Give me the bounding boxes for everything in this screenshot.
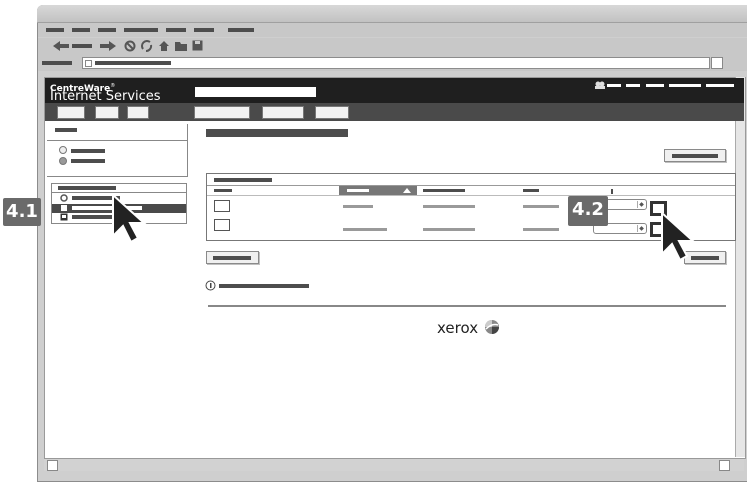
browser-toolbar: [38, 38, 747, 56]
nav-tab[interactable]: [315, 106, 349, 119]
go-button[interactable]: [711, 57, 723, 69]
tree-item[interactable]: [72, 215, 114, 219]
xerox-logo-text: xerox: [437, 319, 479, 337]
title-bar: [37, 5, 747, 23]
header-link[interactable]: [646, 84, 664, 87]
column-header[interactable]: [423, 189, 465, 192]
column-header-sorted[interactable]: [339, 186, 417, 195]
home-icon[interactable]: [158, 40, 170, 52]
page-favicon-icon: [85, 60, 92, 67]
sort-ascending-icon: [403, 188, 411, 193]
header-link[interactable]: [706, 84, 734, 87]
user-icon[interactable]: [595, 81, 605, 89]
radio-option-label: [71, 159, 105, 163]
nav-tab[interactable]: [262, 106, 304, 119]
header-link[interactable]: [607, 84, 621, 87]
stop-icon[interactable]: [124, 40, 136, 52]
app-header: CentreWare® Internet Services: [45, 78, 744, 103]
column-header[interactable]: [611, 189, 613, 194]
table-cell: [343, 228, 387, 231]
header-divider: [207, 195, 735, 196]
pointer-cursor-icon: [112, 192, 147, 244]
page-title: [206, 129, 348, 137]
row-select[interactable]: ◆: [603, 199, 647, 210]
device-name-field: [195, 87, 316, 97]
table-cell: [423, 205, 475, 208]
nav-tab[interactable]: [95, 106, 119, 119]
address-label: [42, 61, 72, 65]
table-cell: [423, 228, 475, 231]
menu-item[interactable]: [166, 28, 186, 32]
menu-item[interactable]: [98, 28, 116, 32]
radio-option[interactable]: [59, 157, 67, 165]
url-text: [95, 61, 171, 65]
printer-icon: [60, 213, 68, 221]
top-action-button[interactable]: [664, 149, 726, 162]
header-link[interactable]: [626, 84, 640, 87]
table-cell: [523, 205, 559, 208]
radio-option[interactable]: [59, 146, 67, 154]
main-nav: [45, 103, 744, 121]
document-icon: [214, 219, 230, 231]
folder-icon[interactable]: [175, 41, 187, 51]
address-input[interactable]: [82, 57, 710, 69]
document-icon: [214, 200, 230, 212]
status-box: [47, 460, 58, 471]
vertical-scrollbar[interactable]: [735, 77, 745, 457]
printer-icon: [61, 205, 67, 211]
column-header[interactable]: [214, 189, 232, 192]
gear-icon: [60, 194, 68, 202]
bottom-left-button[interactable]: [206, 251, 259, 264]
back-history[interactable]: [72, 44, 92, 48]
header-link[interactable]: [669, 84, 701, 87]
info-icon: [205, 280, 216, 291]
table-divider: [207, 185, 735, 186]
brand-product: Internet Services: [50, 89, 161, 104]
back-arrow-icon[interactable]: [53, 41, 69, 51]
tree-heading: [58, 186, 116, 190]
menu-item[interactable]: [228, 28, 254, 32]
nav-tab[interactable]: [194, 106, 250, 119]
info-message: [219, 284, 309, 288]
table-caption: [214, 178, 272, 182]
forward-arrow-icon[interactable]: [100, 41, 116, 51]
menu-item[interactable]: [124, 28, 158, 32]
nav-tab[interactable]: [57, 106, 85, 119]
sidebar-divider: [47, 140, 187, 141]
xerox-logo-icon: [485, 320, 499, 334]
step-badge: 4.2: [568, 196, 608, 226]
step-badge: 4.1: [3, 198, 41, 226]
nav-tab[interactable]: [127, 106, 149, 119]
footer-divider: [208, 305, 726, 307]
refresh-icon[interactable]: [141, 40, 153, 52]
menu-item[interactable]: [46, 28, 64, 32]
column-header[interactable]: [523, 189, 539, 192]
status-bar: [44, 458, 744, 471]
table-cell: [523, 228, 559, 231]
pointer-cursor-icon: [661, 210, 696, 262]
status-box: [719, 460, 730, 471]
menu-item[interactable]: [194, 28, 214, 32]
sidebar-heading: [55, 128, 77, 132]
radio-option-label: [71, 149, 105, 153]
menu-bar: [38, 23, 747, 37]
table-cell: [343, 205, 373, 208]
sidebar-panel-top: [47, 124, 188, 177]
menu-item[interactable]: [72, 28, 90, 32]
save-icon[interactable]: [192, 40, 203, 51]
